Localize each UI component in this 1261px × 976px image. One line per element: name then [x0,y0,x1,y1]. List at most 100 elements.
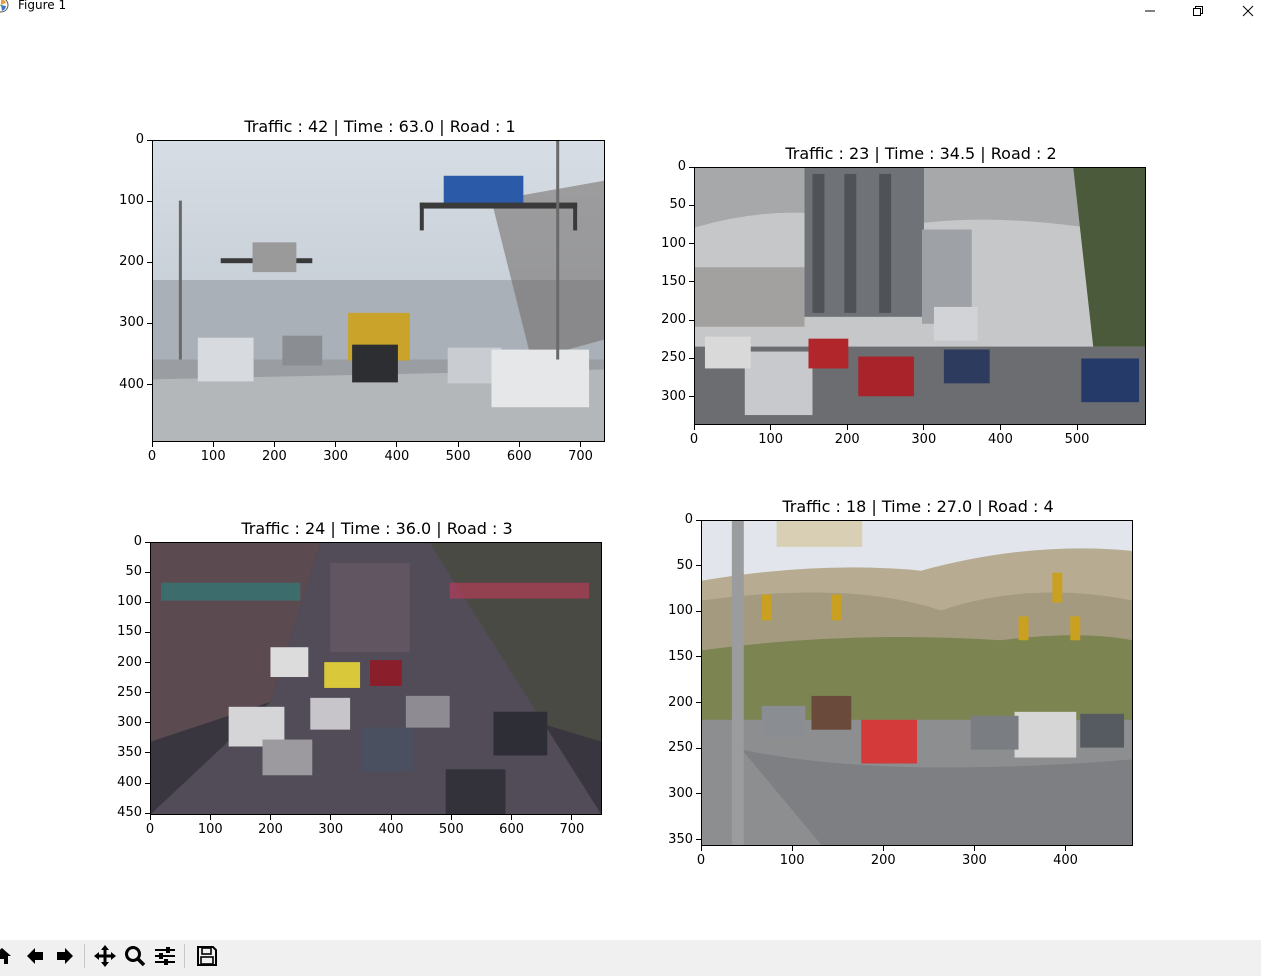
y-tick-mark [145,722,150,724]
window-title: Figure 1 [18,0,67,12]
y-tick-label: 100 [661,235,686,251]
y-tick-mark [145,662,150,664]
x-tick-label: 400 [384,449,410,464]
matplotlib-app-icon [0,0,9,13]
subplot-title: Traffic : 23 | Time : 34.5 | Road : 2 [785,144,1057,163]
x-tick-mark [450,815,452,820]
configure-subplots-button[interactable] [151,941,179,971]
x-tick-mark [580,442,581,447]
pan-icon [94,945,116,967]
y-tick-mark [147,384,152,386]
y-tick-mark [696,519,701,521]
x-tick-label: 200 [258,822,283,837]
subplot-title: Traffic : 24 | Time : 36.0 | Road : 3 [241,519,513,538]
x-tick-label: 0 [147,449,157,464]
x-tick-mark [999,425,1001,430]
x-tick-mark [149,815,151,820]
y-tick-mark [147,200,152,202]
y-tick-mark [696,656,701,658]
x-tick-mark [700,846,702,851]
y-tick-label: 200 [119,254,144,270]
zoom-button[interactable] [121,941,149,971]
x-tick-label: 0 [696,853,706,868]
toolbar-separator [84,944,85,968]
traffic-photo-road-4 [701,520,1133,846]
x-tick-label: 600 [499,822,525,837]
x-tick-label: 500 [438,822,464,837]
x-tick-mark [518,442,520,447]
x-tick-mark [335,442,337,447]
pan-button[interactable] [91,941,119,971]
x-tick-label: 500 [445,449,471,464]
y-tick-mark [689,357,694,359]
x-tick-label: 700 [559,822,585,837]
y-tick-label: 100 [119,193,144,209]
x-tick-label: 400 [988,432,1013,447]
y-tick-label: 0 [677,159,686,174]
back-icon [27,948,43,964]
toolbar-separator [184,944,185,968]
y-tick-mark [145,752,150,754]
x-tick-label: 0 [145,822,155,837]
y-tick-mark [145,571,150,573]
y-tick-label: 50 [676,557,693,573]
back-button[interactable] [21,941,49,971]
restore-button[interactable] [1175,0,1221,22]
y-tick-label: 300 [117,714,142,730]
navigation-toolbar [0,940,1261,976]
close-button[interactable] [1225,0,1261,22]
y-tick-label: 250 [117,684,142,700]
y-tick-label: 200 [668,694,693,710]
x-tick-mark [923,425,925,430]
subplot-title: Traffic : 18 | Time : 27.0 | Road : 4 [782,497,1054,516]
y-tick-mark [147,322,152,324]
x-tick-mark [693,425,695,430]
y-tick-label: 50 [125,564,142,580]
y-tick-mark [696,839,701,841]
x-tick-mark [209,815,211,820]
x-tick-label: 100 [197,822,223,837]
x-tick-mark [846,425,848,430]
home-icon [0,948,11,964]
configure-subplots-icon [155,947,175,965]
close-icon [1242,5,1254,17]
y-tick-mark [689,396,694,398]
x-tick-mark [270,815,272,820]
y-tick-mark [689,281,694,283]
y-tick-label: 150 [117,624,142,640]
y-tick-label: 200 [661,312,686,328]
subplot-title: Traffic : 42 | Time : 63.0 | Road : 1 [244,117,516,136]
home-button[interactable] [0,941,16,971]
x-tick-label: 200 [262,449,287,464]
x-tick-mark [882,846,884,851]
y-tick-label: 150 [661,273,686,289]
x-tick-mark [390,815,392,820]
y-tick-label: 300 [661,388,686,404]
y-tick-mark [696,702,701,704]
window-titlebar: Figure 1 [0,0,1261,22]
forward-button[interactable] [51,941,79,971]
y-tick-label: 200 [117,654,142,670]
y-tick-mark [689,243,694,245]
y-tick-mark [696,747,701,749]
minimize-button[interactable] [1127,0,1173,22]
y-tick-mark [147,261,152,263]
save-button[interactable] [193,941,221,971]
x-tick-mark [396,442,398,447]
y-tick-mark [145,692,150,694]
x-tick-label: 300 [318,822,344,837]
y-tick-mark [696,565,701,567]
x-tick-label: 400 [1053,853,1078,868]
x-tick-mark [1076,425,1078,430]
y-tick-mark [689,204,694,206]
traffic-photo-road-3 [150,542,602,815]
x-tick-mark [151,442,153,447]
y-tick-mark [696,610,701,612]
y-tick-mark [696,793,701,795]
y-tick-label: 0 [135,132,144,147]
x-tick-mark [571,815,573,820]
y-tick-mark [689,166,694,168]
save-icon [197,946,217,966]
x-tick-label: 400 [378,822,404,837]
y-tick-label: 100 [117,594,142,610]
